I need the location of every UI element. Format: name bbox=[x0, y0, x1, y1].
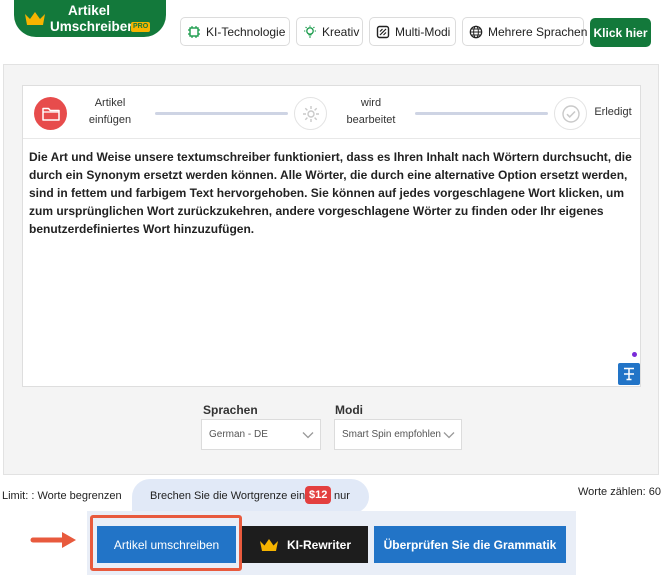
mode-value: Smart Spin empfohlen bbox=[342, 429, 441, 440]
feature-mehrere-sprachen[interactable]: Mehrere Sprachen bbox=[462, 17, 588, 46]
promo-price-badge[interactable]: $12 bbox=[305, 486, 332, 504]
step-insert-label: Artikel einfügen bbox=[83, 95, 137, 129]
check-circle-icon bbox=[561, 104, 580, 123]
word-count: Worte zählen: 60 bbox=[578, 486, 661, 498]
step-done bbox=[554, 97, 587, 130]
feature-label: KI-Technologie bbox=[206, 24, 286, 39]
format-toggle-button[interactable] bbox=[618, 363, 640, 385]
mode-label: Modi bbox=[335, 403, 363, 417]
arrow-right-icon bbox=[30, 532, 76, 548]
ki-rewriter-button[interactable]: KI-Rewriter bbox=[242, 526, 368, 563]
step-processing bbox=[294, 97, 327, 130]
brand-title-line1: Artikel bbox=[68, 3, 111, 18]
progress-steps: Artikel einfügen wird bearbeitet Erledig… bbox=[23, 86, 640, 139]
editor-box: Artikel einfügen wird bearbeitet Erledig… bbox=[22, 85, 641, 387]
layers-icon bbox=[376, 25, 390, 38]
language-select[interactable]: German - DE bbox=[201, 419, 321, 450]
klick-hier-button[interactable]: Klick hier bbox=[590, 18, 651, 47]
language-label: Sprachen bbox=[203, 403, 258, 417]
step-label-line1: Artikel bbox=[94, 97, 126, 109]
feature-label: Kreativ bbox=[322, 24, 360, 39]
brand-logo[interactable]: Artikel Umschreiber PRO bbox=[14, 0, 166, 37]
step-processing-label: wird bearbeitet bbox=[335, 95, 407, 129]
text-format-icon bbox=[624, 367, 634, 381]
grammar-check-button[interactable]: Überprüfen Sie die Grammatik bbox=[374, 526, 566, 563]
step-connector bbox=[155, 112, 288, 115]
gear-icon bbox=[302, 105, 319, 122]
mode-select[interactable]: Smart Spin empfohlen bbox=[334, 419, 462, 450]
language-value: German - DE bbox=[209, 429, 268, 440]
step-label-line2: bearbeitet bbox=[346, 114, 396, 126]
brand-title-line2: Umschreiber bbox=[50, 19, 133, 34]
step-label-line1: wird bbox=[360, 97, 382, 109]
crown-icon bbox=[259, 539, 278, 551]
chip-icon bbox=[188, 25, 200, 38]
artikel-umschreiben-button[interactable]: Artikel umschreiben bbox=[97, 526, 236, 563]
promo-tail: nur bbox=[334, 490, 350, 502]
globe-icon bbox=[469, 25, 483, 38]
step-done-label: Erledigt bbox=[594, 106, 632, 118]
step-connector bbox=[415, 112, 548, 115]
ki-rewriter-label: KI-Rewriter bbox=[286, 537, 351, 552]
lightbulb-icon bbox=[304, 25, 316, 38]
feature-multi-modi[interactable]: Multi-Modi bbox=[369, 17, 456, 46]
step-label-line2: einfügen bbox=[88, 114, 132, 126]
crown-icon bbox=[25, 12, 45, 25]
chevron-down-icon bbox=[302, 432, 314, 439]
promo-text: Brechen Sie die Wortgrenze ein bbox=[150, 490, 306, 502]
word-limit-text: Limit: : Worte begrenzen bbox=[2, 490, 122, 502]
editor-text[interactable]: Die Art und Weise unsere textumschreiber… bbox=[29, 148, 637, 238]
status-dot bbox=[632, 352, 637, 357]
feature-kreativ[interactable]: Kreativ bbox=[296, 17, 363, 46]
step-insert bbox=[34, 97, 67, 130]
chevron-down-icon bbox=[443, 432, 455, 439]
folder-icon bbox=[41, 107, 60, 121]
feature-ki-technologie[interactable]: KI-Technologie bbox=[180, 17, 290, 46]
feature-label: Multi-Modi bbox=[395, 24, 451, 39]
pro-badge: PRO bbox=[131, 22, 151, 32]
feature-label: Mehrere Sprachen bbox=[488, 24, 588, 39]
